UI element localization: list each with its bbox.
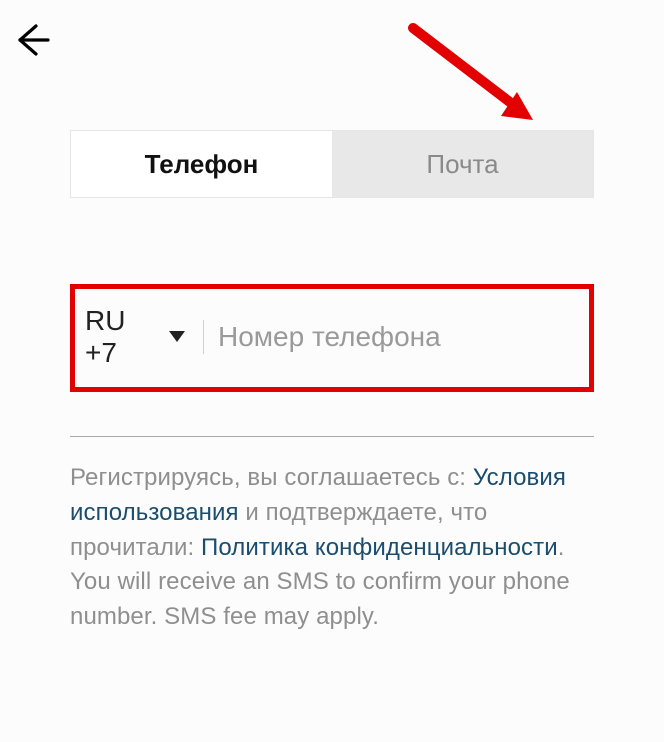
country-code-label: RU +7 <box>85 305 161 369</box>
legal-pre-terms: Регистрируясь, вы соглашаетесь с: <box>70 464 473 491</box>
legal-text: Регистрируясь, вы соглашаетесь с: Услови… <box>70 461 594 635</box>
caret-down-icon <box>169 331 185 343</box>
tab-phone[interactable]: Телефон <box>71 131 332 197</box>
tab-email[interactable]: Почта <box>332 131 593 197</box>
phone-input[interactable] <box>218 321 579 353</box>
back-button[interactable] <box>14 22 50 63</box>
phone-field-highlight: RU +7 <box>70 284 594 392</box>
field-divider <box>203 320 204 354</box>
auth-tabs: Телефон Почта <box>70 130 594 198</box>
country-code-selector[interactable]: RU +7 <box>85 305 199 369</box>
privacy-link[interactable]: Политика конфиденциальности <box>201 534 558 561</box>
separator <box>70 436 594 437</box>
